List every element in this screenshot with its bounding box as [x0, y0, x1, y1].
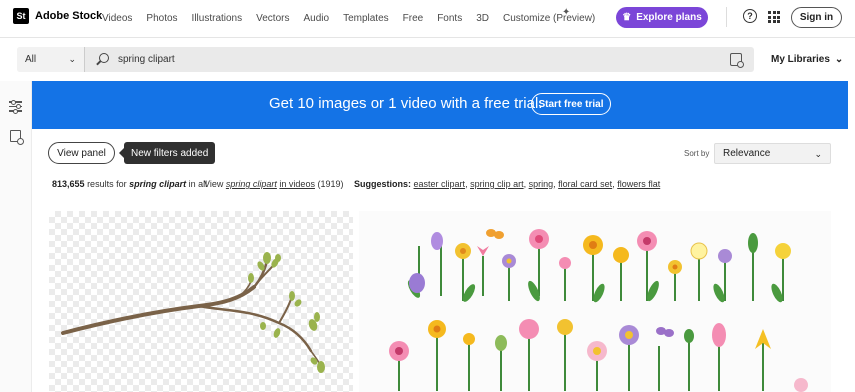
- explore-plans-label: Explore plans: [636, 12, 702, 23]
- sparkle-icon: ✦: [562, 7, 571, 18]
- suggestion-link[interactable]: flowers flat: [617, 179, 660, 189]
- results-count: 813,655 results for spring clipart in al…: [52, 179, 207, 189]
- left-rail: [0, 81, 32, 392]
- nav-item-customize[interactable]: Customize (Preview): [503, 13, 595, 24]
- adobe-stock-logo[interactable]: St Adobe Stock: [13, 8, 102, 24]
- view-prefix: View: [204, 179, 224, 189]
- chevron-down-icon: ⌄: [814, 149, 822, 159]
- nav-item-videos[interactable]: Videos: [102, 13, 132, 24]
- nav-item-free[interactable]: Free: [403, 13, 424, 24]
- nav-item-vectors[interactable]: Vectors: [256, 13, 289, 24]
- suggestion-link[interactable]: spring clip art: [470, 179, 524, 189]
- banner-text: Get 10 images or 1 video with a free tri…: [269, 95, 543, 112]
- visual-search-icon[interactable]: [730, 53, 744, 68]
- free-trial-banner: Get 10 images or 1 video with a free tri…: [32, 81, 848, 129]
- explore-plans-button[interactable]: ♛ Explore plans: [616, 7, 708, 28]
- nav-links: Videos Photos Illustrations Vectors Audi…: [102, 13, 609, 24]
- stock-logo-icon: St: [13, 8, 29, 24]
- view-panel-button[interactable]: View panel: [48, 142, 115, 164]
- nav-item-audio[interactable]: Audio: [303, 13, 329, 24]
- spring-flowers-illustration: [389, 229, 808, 392]
- sort-by-select[interactable]: Relevance ⌄: [714, 143, 831, 164]
- results-query: spring clipart: [129, 179, 187, 189]
- nav-item-illustrations[interactable]: Illustrations: [192, 13, 243, 24]
- apps-grid-icon[interactable]: [768, 11, 780, 23]
- video-query-link[interactable]: spring clipart: [226, 179, 277, 189]
- search-scope-value: All: [25, 54, 37, 65]
- search-icon: [99, 53, 109, 63]
- results-number: 813,655: [52, 179, 85, 189]
- result-image-flowers[interactable]: [359, 211, 831, 392]
- search-input[interactable]: spring clipart: [118, 54, 175, 65]
- search-box: All ⌄ spring clipart: [17, 47, 754, 72]
- help-icon[interactable]: ?: [743, 9, 757, 23]
- filter-sliders-icon[interactable]: [9, 99, 22, 113]
- suggestion-link[interactable]: spring: [529, 179, 554, 189]
- suggestions: Suggestions: easter clipart, spring clip…: [354, 179, 661, 189]
- start-free-trial-button[interactable]: Start free trial: [531, 93, 611, 115]
- in-videos-link[interactable]: in videos: [279, 179, 315, 189]
- header-divider: [726, 7, 727, 27]
- suggestion-link[interactable]: floral card set: [558, 179, 612, 189]
- search-scope-select[interactable]: All ⌄: [17, 47, 85, 72]
- nav-item-templates[interactable]: Templates: [343, 13, 389, 24]
- results-for-text: results for: [87, 179, 127, 189]
- chevron-down-icon: ⌄: [68, 54, 76, 64]
- view-in-videos: View spring clipart in videos (1919): [204, 179, 343, 189]
- video-count: (1919): [317, 179, 344, 189]
- crown-icon: ♛: [622, 12, 632, 23]
- suggestions-label: Suggestions:: [354, 179, 412, 189]
- brand-name: Adobe Stock: [35, 10, 103, 22]
- nav-item-photos[interactable]: Photos: [146, 13, 177, 24]
- nav-item-fonts[interactable]: Fonts: [437, 13, 462, 24]
- my-libraries-label: My Libraries: [771, 54, 830, 65]
- nav-item-3d[interactable]: 3D: [476, 13, 489, 24]
- top-navigation: St Adobe Stock Videos Photos Illustratio…: [0, 0, 855, 37]
- visual-search-icon[interactable]: [10, 130, 24, 145]
- search-bar-row: All ⌄ spring clipart My Libraries ⌄: [0, 37, 855, 80]
- twig-illustration: [61, 252, 325, 373]
- chevron-down-icon: ⌄: [834, 54, 844, 65]
- new-filters-tooltip: New filters added: [118, 142, 216, 164]
- sign-in-button[interactable]: Sign in: [791, 7, 842, 28]
- result-image-branch[interactable]: [49, 211, 353, 392]
- sort-by-value: Relevance: [723, 148, 771, 159]
- sort-by-label: Sort by: [684, 149, 710, 158]
- my-libraries-menu[interactable]: My Libraries ⌄: [771, 54, 843, 65]
- suggestion-link[interactable]: easter clipart: [414, 179, 466, 189]
